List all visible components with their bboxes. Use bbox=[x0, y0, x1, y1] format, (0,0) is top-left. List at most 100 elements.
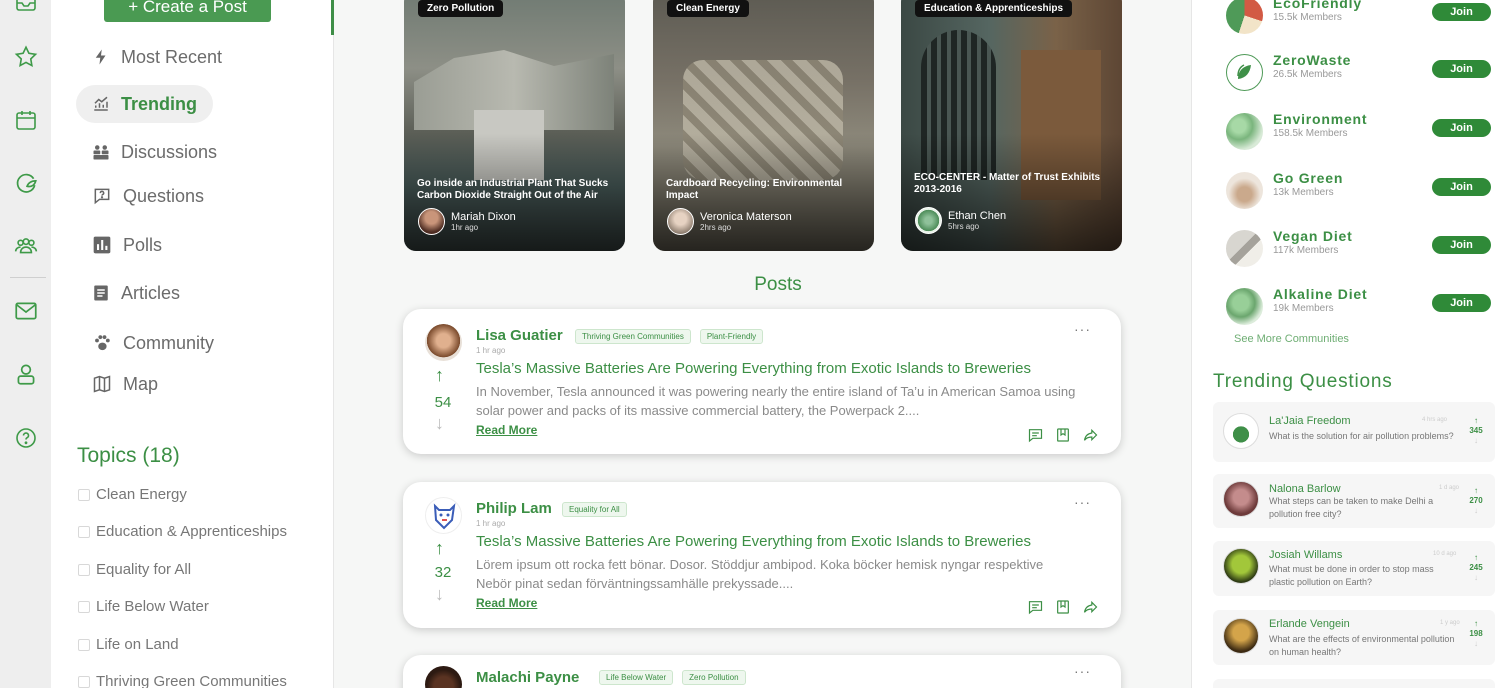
calendar-icon[interactable] bbox=[10, 104, 42, 136]
create-post-button[interactable]: + Create a Post bbox=[104, 0, 271, 22]
join-button[interactable]: Join bbox=[1432, 60, 1491, 78]
question-card[interactable] bbox=[1213, 679, 1495, 688]
checkbox[interactable] bbox=[78, 525, 90, 538]
question-votes[interactable]: ↑ 345 ↓ bbox=[1467, 416, 1485, 446]
topic-checkbox-life-below-water[interactable]: Life Below Water bbox=[78, 598, 209, 615]
community-name[interactable]: Environment bbox=[1273, 111, 1367, 127]
star-icon[interactable] bbox=[10, 41, 42, 73]
upvote-icon[interactable]: ↑ bbox=[1467, 553, 1485, 563]
question-card[interactable]: La'Jaia Freedom 4 hrs ago What is the so… bbox=[1213, 402, 1495, 462]
nav-item-questions[interactable]: Questions bbox=[76, 177, 220, 215]
join-button[interactable]: Join bbox=[1432, 119, 1491, 137]
more-options-button[interactable]: ··· bbox=[1074, 321, 1091, 337]
post-title[interactable]: Tesla’s Massive Batteries Are Powering E… bbox=[476, 360, 1031, 377]
join-button[interactable]: Join bbox=[1432, 294, 1491, 312]
post-card[interactable]: Philip Lam Equality for All 1 hr ago ···… bbox=[403, 482, 1121, 628]
question-author[interactable]: Erlande Vengein bbox=[1269, 618, 1350, 630]
post-title[interactable]: Tesla’s Massive Batteries Are Powering E… bbox=[476, 533, 1031, 550]
downvote-icon[interactable]: ↓ bbox=[1467, 573, 1485, 583]
question-card[interactable]: Josiah Willams 10 d ago What must be don… bbox=[1213, 541, 1495, 596]
community-name[interactable]: EcoFriendly bbox=[1273, 0, 1362, 11]
upvote-icon[interactable]: ↑ bbox=[435, 365, 444, 386]
checkbox[interactable] bbox=[78, 563, 90, 576]
inbox-icon[interactable] bbox=[10, 0, 42, 18]
avatar[interactable] bbox=[425, 497, 462, 534]
nav-item-articles[interactable]: Articles bbox=[76, 274, 196, 312]
community-name[interactable]: ZeroWaste bbox=[1273, 52, 1351, 68]
question-text[interactable]: What are the effects of environmental po… bbox=[1269, 633, 1459, 659]
upvote-icon[interactable]: ↑ bbox=[1467, 416, 1485, 426]
read-more-link[interactable]: Read More bbox=[476, 423, 537, 437]
see-more-communities-link[interactable]: See More Communities bbox=[1234, 333, 1349, 345]
community-name[interactable]: Go Green bbox=[1273, 170, 1343, 186]
help-icon[interactable] bbox=[10, 422, 42, 454]
nav-item-most-recent[interactable]: Most Recent bbox=[76, 38, 238, 76]
post-tag-chip[interactable]: Equality for All bbox=[562, 502, 627, 517]
featured-title[interactable]: Go inside an Industrial Plant That Sucks… bbox=[417, 178, 615, 202]
comment-icon[interactable] bbox=[1027, 599, 1044, 615]
question-author[interactable]: La'Jaia Freedom bbox=[1269, 415, 1351, 427]
downvote-icon[interactable]: ↓ bbox=[1467, 436, 1485, 446]
join-button[interactable]: Join bbox=[1432, 3, 1491, 21]
question-card[interactable]: Nalona Barlow 1 d ago What steps can be … bbox=[1213, 474, 1495, 528]
question-text[interactable]: What steps can be taken to make Delhi a … bbox=[1269, 495, 1459, 521]
topic-checkbox-life-on-land[interactable]: Life on Land bbox=[78, 636, 179, 653]
bookmark-icon[interactable] bbox=[1055, 427, 1071, 443]
share-icon[interactable] bbox=[1082, 427, 1099, 443]
topic-checkbox-equality[interactable]: Equality for All bbox=[78, 561, 191, 578]
comment-icon[interactable] bbox=[1027, 427, 1044, 443]
downvote-icon[interactable]: ↓ bbox=[435, 584, 444, 605]
upvote-icon[interactable]: ↑ bbox=[1467, 486, 1485, 496]
community-name[interactable]: Alkaline Diet bbox=[1273, 286, 1367, 302]
read-more-link[interactable]: Read More bbox=[476, 596, 537, 610]
people-icon[interactable] bbox=[10, 230, 42, 262]
community-row[interactable]: Go Green 13k Members Join bbox=[1226, 168, 1491, 212]
avatar[interactable] bbox=[425, 666, 462, 688]
avatar[interactable] bbox=[425, 324, 462, 361]
more-options-button[interactable]: ··· bbox=[1074, 494, 1091, 510]
downvote-icon[interactable]: ↓ bbox=[1467, 506, 1485, 516]
community-name[interactable]: Vegan Diet bbox=[1273, 228, 1353, 244]
more-options-button[interactable]: ··· bbox=[1074, 663, 1091, 679]
community-row[interactable]: EcoFriendly 15.5k Members Join bbox=[1226, 0, 1491, 37]
topic-checkbox-thriving-green[interactable]: Thriving Green Communities bbox=[78, 673, 287, 688]
upvote-icon[interactable]: ↑ bbox=[1467, 619, 1485, 629]
community-row[interactable]: ZeroWaste 26.5k Members Join bbox=[1226, 50, 1491, 94]
post-author[interactable]: Philip Lam bbox=[476, 500, 552, 517]
checkbox[interactable] bbox=[78, 675, 90, 688]
question-votes[interactable]: ↑ 270 ↓ bbox=[1467, 486, 1485, 516]
checkbox[interactable] bbox=[78, 600, 90, 613]
topic-checkbox-clean-energy[interactable]: Clean Energy bbox=[78, 486, 187, 503]
nav-item-discussions[interactable]: Discussions bbox=[76, 133, 233, 171]
upvote-icon[interactable]: ↑ bbox=[435, 538, 444, 559]
user-icon[interactable] bbox=[10, 358, 42, 390]
checkbox[interactable] bbox=[78, 638, 90, 651]
featured-title[interactable]: Cardboard Recycling: Environmental Impac… bbox=[666, 178, 864, 202]
question-votes[interactable]: ↑ 245 ↓ bbox=[1467, 553, 1485, 583]
post-card[interactable]: Lisa Guatier Thriving Green Communities … bbox=[403, 309, 1121, 454]
question-text[interactable]: What is the solution for air pollution p… bbox=[1269, 430, 1459, 443]
post-author[interactable]: Lisa Guatier bbox=[476, 327, 563, 344]
featured-tag[interactable]: Zero Pollution bbox=[418, 0, 504, 17]
nav-item-community[interactable]: Community bbox=[76, 324, 230, 362]
join-button[interactable]: Join bbox=[1432, 178, 1491, 196]
question-votes[interactable]: ↑ 198 ↓ bbox=[1467, 619, 1485, 649]
featured-tag[interactable]: Education & Apprenticeships bbox=[915, 0, 1073, 17]
share-icon[interactable] bbox=[1082, 599, 1099, 615]
question-author[interactable]: Nalona Barlow bbox=[1269, 483, 1341, 495]
topic-checkbox-education[interactable]: Education & Apprenticeships bbox=[78, 523, 287, 540]
featured-card[interactable]: Clean Energy Cardboard Recycling: Enviro… bbox=[653, 0, 874, 251]
join-button[interactable]: Join bbox=[1432, 236, 1491, 254]
question-text[interactable]: What must be done in order to stop mass … bbox=[1269, 563, 1459, 589]
post-tag-chip[interactable]: Zero Pollution bbox=[682, 670, 746, 685]
post-card[interactable]: Malachi Payne Life Below Water Zero Poll… bbox=[403, 655, 1121, 688]
downvote-icon[interactable]: ↓ bbox=[435, 413, 444, 434]
question-author[interactable]: Josiah Willams bbox=[1269, 549, 1342, 561]
nav-item-polls[interactable]: Polls bbox=[76, 226, 178, 264]
leaf-cycle-icon[interactable] bbox=[10, 167, 42, 199]
community-row[interactable]: Vegan Diet 117k Members Join bbox=[1226, 226, 1491, 270]
post-tag-chip[interactable]: Plant-Friendly bbox=[699, 329, 764, 344]
checkbox[interactable] bbox=[78, 488, 90, 501]
featured-title[interactable]: ECO-CENTER - Matter of Trust Exhibits 20… bbox=[914, 172, 1112, 196]
bookmark-icon[interactable] bbox=[1055, 599, 1071, 615]
